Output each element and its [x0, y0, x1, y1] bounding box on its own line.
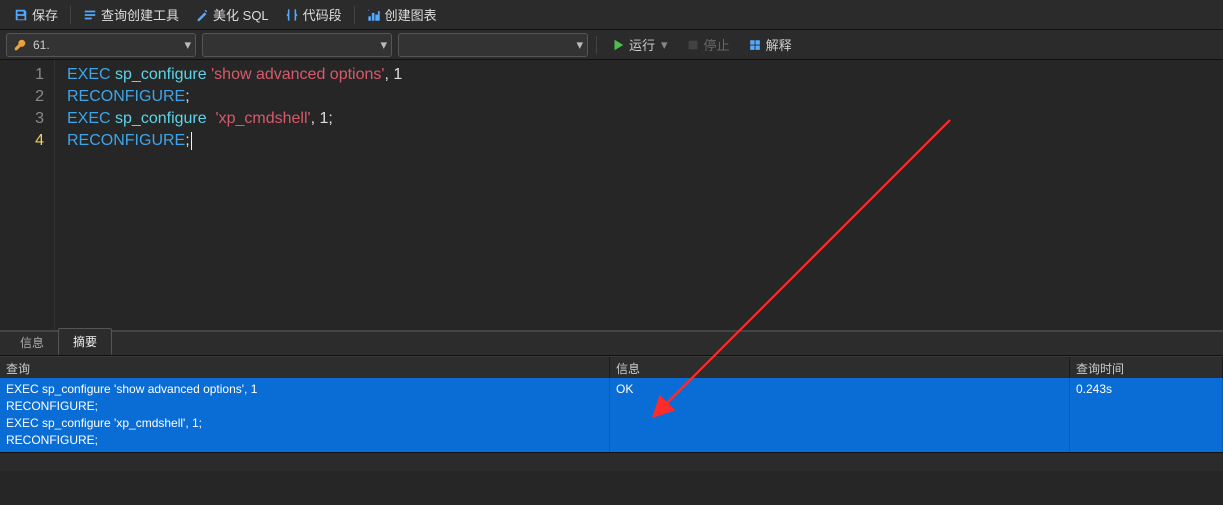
sql-editor[interactable]: 1234 EXEC sp_configure 'show advanced op… [0, 60, 1223, 330]
col-time[interactable]: 查询时间 [1070, 357, 1223, 378]
chevron-down-icon: ▾ [184, 37, 191, 53]
result-info-cell: OK [610, 378, 1070, 452]
tab-info[interactable]: 信息 [6, 330, 58, 355]
chevron-down-icon: ▾ [576, 37, 583, 53]
connection-toolbar: 61. ▾ ▾ ▾ 运行 ▾ 停止 解释 [0, 30, 1223, 60]
create-chart-label: 创建图表 [385, 5, 437, 24]
save-label: 保存 [32, 5, 58, 24]
run-label: 运行 [629, 35, 655, 54]
beautify-sql-label: 美化 SQL [213, 5, 269, 24]
col-query[interactable]: 查询 [0, 357, 610, 378]
explain-label: 解释 [766, 35, 792, 54]
main-toolbar: 保存 查询创建工具 美化 SQL 代码段 创建图表 [0, 0, 1223, 30]
database-combo[interactable]: ▾ [202, 33, 392, 57]
result-time-cell: 0.243s [1070, 378, 1223, 452]
connection-value: 61. [33, 38, 50, 52]
toolbar-separator [354, 6, 355, 24]
stop-label: 停止 [704, 35, 730, 54]
bottom-strip [0, 452, 1223, 471]
editor-code[interactable]: EXEC sp_configure 'show advanced options… [55, 60, 402, 330]
stop-icon [686, 38, 700, 52]
schema-combo[interactable]: ▾ [398, 33, 588, 57]
result-tabs: 信息 摘要 [0, 330, 1223, 356]
chevron-down-icon: ▾ [380, 37, 387, 53]
query-builder-label: 查询创建工具 [101, 5, 179, 24]
stop-button[interactable]: 停止 [680, 33, 736, 56]
chevron-down-icon: ▾ [661, 37, 668, 53]
col-info[interactable]: 信息 [610, 357, 1070, 378]
explain-button[interactable]: 解释 [742, 33, 798, 56]
result-query-cell: EXEC sp_configure 'show advanced options… [0, 378, 610, 452]
explain-icon [748, 38, 762, 52]
magic-icon [195, 8, 209, 22]
create-chart-button[interactable]: 创建图表 [359, 3, 445, 26]
result-header: 查询 信息 查询时间 [0, 356, 1223, 378]
chart-icon [367, 8, 381, 22]
play-icon [611, 38, 625, 52]
snippet-label: 代码段 [303, 5, 342, 24]
run-button[interactable]: 运行 ▾ [605, 33, 674, 56]
result-row[interactable]: EXEC sp_configure 'show advanced options… [0, 378, 1223, 452]
tab-summary[interactable]: 摘要 [58, 328, 112, 355]
key-icon [13, 38, 27, 52]
snippet-button[interactable]: 代码段 [277, 3, 350, 26]
toolbar-separator [70, 6, 71, 24]
snippet-icon [285, 8, 299, 22]
save-icon [14, 8, 28, 22]
toolbar-separator [596, 36, 597, 54]
query-builder-icon [83, 8, 97, 22]
beautify-sql-button[interactable]: 美化 SQL [187, 3, 277, 26]
editor-gutter: 1234 [0, 60, 55, 330]
save-button[interactable]: 保存 [6, 3, 66, 26]
query-builder-button[interactable]: 查询创建工具 [75, 3, 187, 26]
connection-combo[interactable]: 61. ▾ [6, 33, 196, 57]
